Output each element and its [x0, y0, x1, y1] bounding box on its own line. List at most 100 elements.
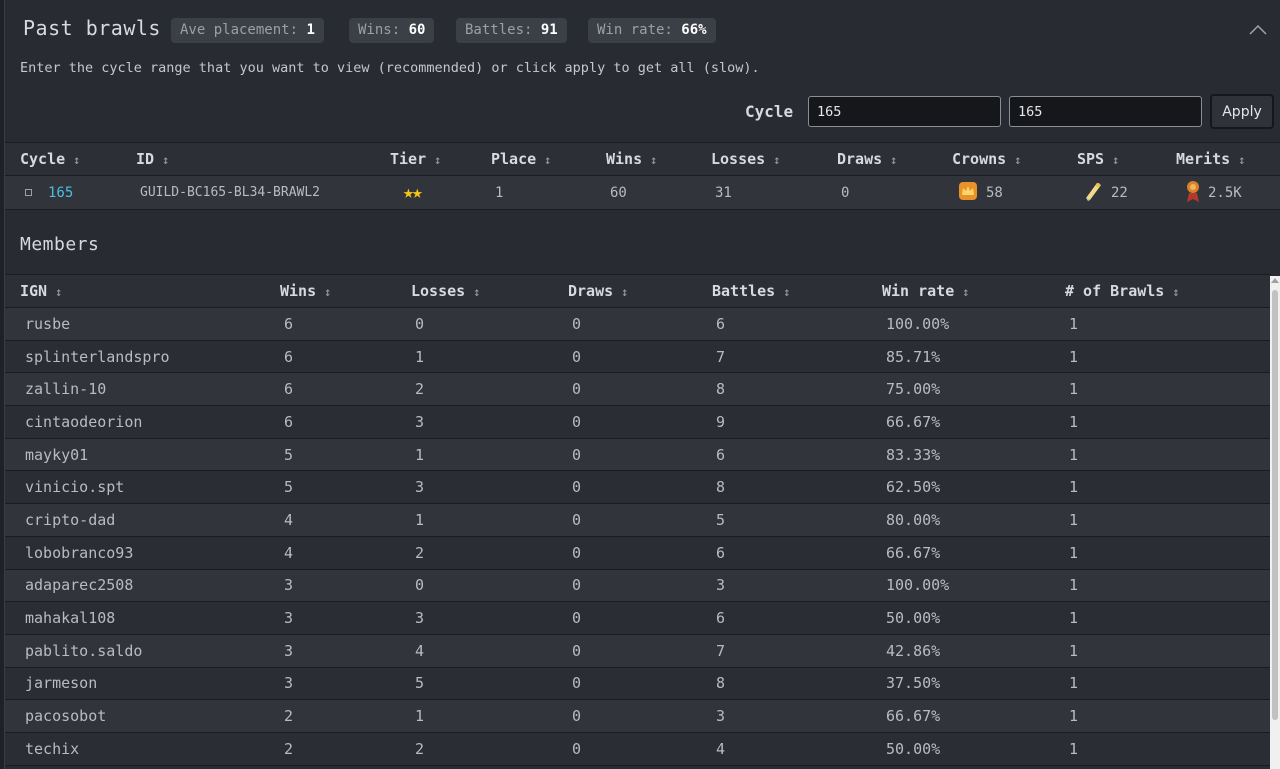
- table-row[interactable]: mahakal108 3 3 0 6 50.00% 1: [5, 601, 1271, 635]
- sort-icon[interactable]: ↕: [324, 285, 331, 299]
- scroll-up-icon[interactable]: [1271, 278, 1279, 283]
- cell-draws: 0: [572, 674, 582, 693]
- sort-icon[interactable]: ↕: [544, 153, 551, 167]
- cell-wins: 3: [284, 674, 294, 693]
- crown-icon: [956, 179, 980, 207]
- col-header-battles[interactable]: Battles ↕: [712, 275, 882, 308]
- sort-icon[interactable]: ↕: [962, 285, 969, 299]
- col-header-cycle[interactable]: Cycle ↕: [5, 143, 136, 176]
- sort-icon[interactable]: ↕: [162, 153, 169, 167]
- cell-brawls: 1: [1069, 478, 1079, 497]
- cell-win-rate: 80.00%: [886, 510, 941, 529]
- cell-losses: 1: [415, 510, 425, 529]
- table-row[interactable]: pacosobot 2 1 0 3 66.67% 1: [5, 699, 1271, 733]
- cell-cycle: 165: [5, 176, 136, 210]
- badge-value: 66%: [681, 22, 707, 38]
- col-header-draws[interactable]: Draws ↕: [568, 275, 712, 308]
- sort-icon[interactable]: ↕: [73, 153, 80, 167]
- col-header-id[interactable]: ID ↕: [136, 143, 390, 176]
- sort-icon[interactable]: ↕: [434, 153, 441, 167]
- cell-ign: mahakal108: [25, 609, 116, 628]
- col-header-crowns[interactable]: Crowns ↕: [952, 143, 1077, 176]
- cell-brawls: 1: [1069, 609, 1079, 628]
- cell-wins: 5: [284, 445, 294, 464]
- cell-battles: 6: [716, 445, 726, 464]
- badge-value: 1: [306, 22, 315, 38]
- table-row[interactable]: adaparec2508 3 0 0 3 100.00% 1: [5, 569, 1271, 602]
- sort-icon[interactable]: ↕: [650, 153, 657, 167]
- sort-icon[interactable]: ↕: [890, 153, 897, 167]
- members-title: Members: [20, 234, 100, 255]
- apply-button[interactable]: Apply: [1210, 94, 1274, 129]
- col-header-brawls[interactable]: # of Brawls ↕: [1065, 275, 1271, 308]
- sort-icon[interactable]: ↕: [1014, 153, 1021, 167]
- table-row[interactable]: splinterlandspro 6 1 0 7 85.71% 1: [5, 340, 1271, 373]
- cell-brawls: 1: [1069, 674, 1079, 693]
- cell-brawls: 1: [1069, 510, 1079, 529]
- sort-icon[interactable]: ↕: [621, 285, 628, 299]
- table-row[interactable]: techix 2 2 0 4 50.00% 1: [5, 732, 1271, 766]
- col-header-losses[interactable]: Losses ↕: [411, 275, 568, 308]
- scrollbar[interactable]: [1270, 276, 1280, 769]
- cell-wins: 2: [284, 707, 294, 726]
- wins-badge: Wins: 60: [349, 18, 435, 43]
- cell-tier: ★★: [390, 176, 491, 210]
- col-header-sps[interactable]: SPS ↕: [1077, 143, 1176, 176]
- cell-wins: 3: [284, 576, 294, 595]
- sort-icon[interactable]: ↕: [55, 285, 62, 299]
- cell-win-rate: 66.67%: [886, 543, 941, 562]
- cell-losses: 0: [415, 314, 425, 333]
- table-row[interactable]: pablito.saldo 3 4 0 7 42.86% 1: [5, 634, 1271, 668]
- cell-draws: 0: [572, 380, 582, 399]
- cell-losses: 3: [415, 412, 425, 431]
- sort-icon[interactable]: ↕: [473, 285, 480, 299]
- col-header-wins[interactable]: Wins ↕: [606, 143, 711, 176]
- table-row[interactable]: jarmeson 3 5 0 8 37.50% 1: [5, 667, 1271, 700]
- cell-battles: 6: [716, 314, 726, 333]
- cell-losses: 2: [415, 380, 425, 399]
- table-row[interactable]: cintaodeorion 6 3 0 9 66.67% 1: [5, 405, 1271, 439]
- col-header-place[interactable]: Place ↕: [491, 143, 606, 176]
- cycle-link[interactable]: 165: [48, 185, 73, 201]
- sort-icon[interactable]: ↕: [1238, 153, 1245, 167]
- cell-losses: 3: [415, 478, 425, 497]
- sort-icon[interactable]: ↕: [1172, 285, 1179, 299]
- sort-icon[interactable]: ↕: [773, 153, 780, 167]
- expand-toggle-icon[interactable]: [25, 189, 32, 196]
- cell-wins: 6: [284, 412, 294, 431]
- col-header-wins[interactable]: Wins ↕: [280, 275, 411, 308]
- cycle-to-input[interactable]: [1009, 96, 1202, 127]
- merit-medal-icon: [1184, 179, 1202, 207]
- col-header-ign[interactable]: IGN ↕: [5, 275, 280, 308]
- table-row[interactable]: lobobranco93 4 2 0 6 66.67% 1: [5, 536, 1271, 569]
- cell-crowns: 58: [952, 176, 1077, 210]
- sort-icon[interactable]: ↕: [783, 285, 790, 299]
- cycle-from-input[interactable]: [808, 96, 1001, 127]
- col-header-draws[interactable]: Draws ↕: [837, 143, 952, 176]
- col-header-losses[interactable]: Losses ↕: [711, 143, 837, 176]
- col-header-win-rate[interactable]: Win rate ↕: [882, 275, 1065, 308]
- badge-label: Wins:: [358, 22, 401, 38]
- cell-ign: lobobranco93: [25, 543, 134, 562]
- sort-icon[interactable]: ↕: [1112, 153, 1119, 167]
- table-row[interactable]: zallin-10 6 2 0 8 75.00% 1: [5, 372, 1271, 406]
- table-row[interactable]: vinicio.spt 5 3 0 8 62.50% 1: [5, 470, 1271, 504]
- col-header-merits[interactable]: Merits ↕: [1176, 143, 1280, 176]
- table-row[interactable]: rusbe 6 0 0 6 100.00% 1: [5, 307, 1271, 341]
- col-header-tier[interactable]: Tier ↕: [390, 143, 491, 176]
- members-table: IGN ↕ Wins ↕ Losses ↕ Draws ↕ Battles ↕ Win r…: [5, 274, 1271, 766]
- table-row[interactable]: cripto-dad 4 1 0 5 80.00% 1: [5, 503, 1271, 537]
- cell-id: GUILD-BC165-BL34-BRAWL2: [140, 185, 321, 200]
- cell-win-rate: 100.00%: [886, 314, 950, 333]
- cell-wins: 60: [610, 184, 627, 201]
- chevron-up-icon[interactable]: [1249, 22, 1267, 36]
- cell-wins: 6: [284, 380, 294, 399]
- brawl-row[interactable]: 165 GUILD-BC165-BL34-BRAWL2 ★★ 1 60 31 0…: [5, 175, 1280, 210]
- cell-win-rate: 42.86%: [886, 641, 941, 660]
- table-row[interactable]: mayky01 5 1 0 6 83.33% 1: [5, 438, 1271, 471]
- cell-draws: 0: [572, 510, 582, 529]
- scroll-thumb[interactable]: [1272, 290, 1278, 720]
- cell-draws: 0: [572, 445, 582, 464]
- crowns-value: 58: [986, 184, 1003, 201]
- cell-battles: 8: [716, 478, 726, 497]
